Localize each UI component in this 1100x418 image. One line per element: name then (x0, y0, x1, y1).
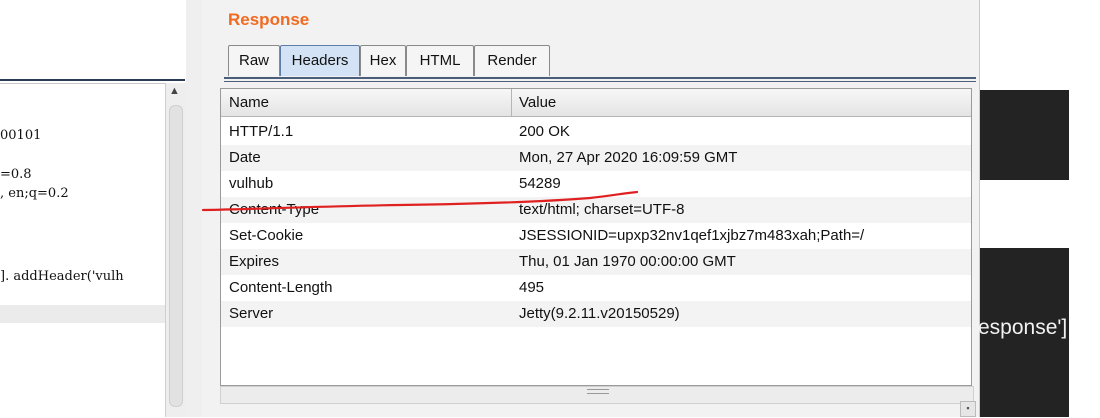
header-name-cell: Content-Length (229, 279, 333, 296)
tab-html[interactable]: HTML (406, 45, 474, 76)
table-row[interactable]: vulhub 54289 (221, 171, 971, 197)
request-line-highlight (0, 305, 165, 323)
tab-render[interactable]: Render (474, 45, 550, 76)
header-name-cell: Set-Cookie (229, 227, 304, 244)
request-scroll-thumb[interactable] (169, 105, 183, 407)
horizontal-scrollbar[interactable] (220, 386, 974, 404)
request-code-line: ]. addHeader('vulh (0, 269, 124, 284)
table-row[interactable]: Set-Cookie JSESSIONID=upxp32nv1qef1xjbz7… (221, 223, 971, 249)
table-row[interactable]: Server Jetty(9.2.11.v20150529) (221, 301, 971, 327)
scroll-up-arrow-icon[interactable]: ▲ (169, 85, 180, 97)
corner-resize-icon[interactable]: ▪ (960, 401, 976, 417)
response-title: Response (228, 10, 310, 29)
header-name-cell: Expires (229, 253, 280, 270)
tab-raw[interactable]: Raw (228, 45, 280, 76)
header-value-cell: Mon, 27 Apr 2020 16:09:59 GMT (519, 149, 738, 166)
tab-headers[interactable]: Headers (280, 45, 360, 76)
header-name-cell: Server (229, 305, 274, 322)
request-scrollbar[interactable]: ▲ (165, 83, 186, 417)
header-value-cell: JSESSIONID=upxp32nv1qef1xjbz7m483xah;Pat… (519, 227, 865, 244)
header-value-cell: text/html; charset=UTF-8 (519, 201, 685, 218)
column-header-value[interactable]: Value (511, 89, 556, 116)
request-pane: 00101 =0.8 , en;q=0.2 ]. addHeader('vulh… (0, 0, 200, 418)
tab-hex[interactable]: Hex (360, 45, 406, 76)
table-row[interactable]: Content-Length 495 (221, 275, 971, 301)
header-name-cell: Content-Type (229, 201, 320, 218)
background-window-fragment (980, 90, 1069, 180)
headers-table: Name Value HTTP/1.1 200 OK Date Mon, 27 … (220, 88, 972, 386)
request-code-line: , en;q=0.2 (0, 186, 69, 201)
column-header-name[interactable]: Name (221, 89, 269, 116)
table-header: Name Value (221, 89, 971, 117)
table-row[interactable]: Expires Thu, 01 Jan 1970 00:00:00 GMT (221, 249, 971, 275)
header-value-cell: 54289 (519, 175, 561, 192)
pane-splitter[interactable] (186, 0, 203, 417)
table-row[interactable]: HTTP/1.1 200 OK (221, 119, 971, 145)
response-panel: Response Raw Headers Hex HTML Render Nam… (202, 0, 980, 417)
request-pane-divider (0, 79, 185, 81)
header-name-cell: vulhub (229, 175, 274, 192)
header-name-cell: HTTP/1.1 (229, 123, 294, 140)
header-value-cell: 200 OK (519, 123, 570, 140)
header-value-cell: 495 (519, 279, 545, 296)
header-value-cell: Thu, 01 Jan 1970 00:00:00 GMT (519, 253, 736, 270)
table-row[interactable]: Date Mon, 27 Apr 2020 16:09:59 GMT (221, 145, 971, 171)
table-row[interactable]: Content-Type text/html; charset=UTF-8 (221, 197, 971, 223)
request-code-line: 00101 (0, 128, 42, 143)
header-value-cell: Jetty(9.2.11.v20150529) (519, 305, 680, 322)
header-name-cell: Date (229, 149, 261, 166)
tab-underline (224, 81, 976, 82)
request-code-line: =0.8 (0, 167, 32, 182)
background-fragment-text: esponse'] (978, 316, 1068, 339)
request-text-area[interactable]: 00101 =0.8 , en;q=0.2 ]. addHeader('vulh (0, 83, 165, 418)
tab-underline (224, 77, 976, 79)
scroll-grip-icon[interactable] (587, 389, 609, 394)
